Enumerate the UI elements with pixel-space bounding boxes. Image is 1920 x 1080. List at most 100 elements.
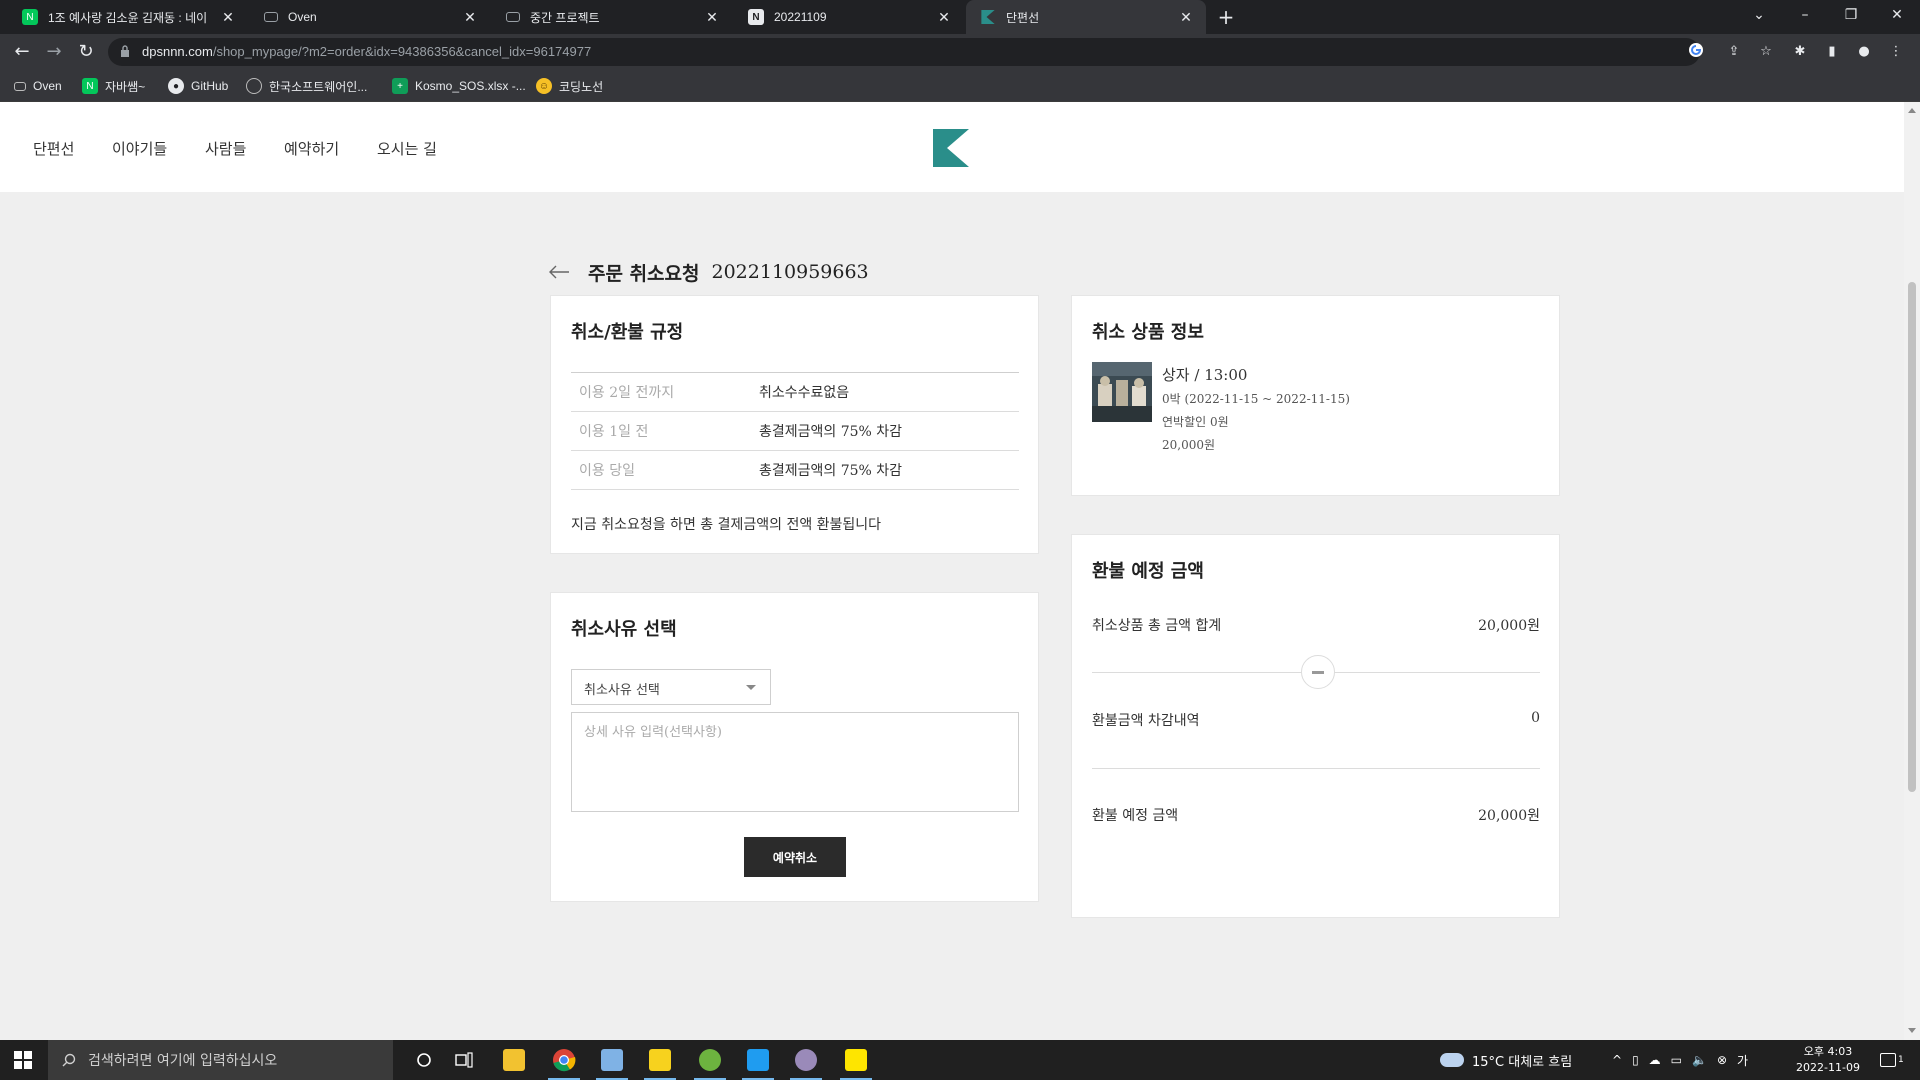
card-title: 취소 상품 정보 [1092,322,1204,343]
weather-text: 15°C 대체로 흐림 [1472,1054,1573,1070]
taskbar-search-input[interactable]: 검색하려면 여기에 입력하십시오 [48,1040,393,1080]
refund-total-value: 20,000원 [1478,618,1540,634]
nav-link-stories[interactable]: 이야기들 [112,138,167,159]
notepad-icon[interactable] [588,1040,636,1080]
monitor-icon [506,12,520,22]
bookmark-item[interactable]: ● GitHub [168,77,228,95]
bookmark-item[interactable]: N 자바쌤~ [82,77,145,95]
windows-taskbar: 검색하려면 여기에 입력하십시오 15°C 대체로 흐림 ^ ▯ ☁ ▭ 🔈 ⊗… [0,1040,1920,1080]
tab-search-icon[interactable]: ⌄ [1736,0,1782,30]
no-entry-icon[interactable]: ⊗ [1717,1053,1727,1067]
vscode-icon[interactable] [734,1040,782,1080]
chrome-icon[interactable] [540,1040,588,1080]
sticky-notes-icon[interactable] [636,1040,684,1080]
reason-select[interactable]: 취소사유 선택 [571,669,771,705]
nav-link-reservation[interactable]: 예약하기 [284,138,339,159]
item-card: 취소 상품 정보 상자 / 13:00 0박 (2022-11-15 ~ 202… [1071,295,1560,496]
network-icon[interactable]: ▭ [1671,1053,1682,1067]
nav-link-directions[interactable]: 오시는 길 [377,138,437,159]
extensions-icon[interactable]: ✱ [1790,42,1810,62]
refund-deduct-row: 환불금액 차감내역 0 [1092,710,1540,730]
tab-title: Oven [288,10,317,24]
close-tab-icon[interactable]: ✕ [936,9,952,26]
item-discount: 연박할인 0원 [1162,415,1229,429]
bookmark-item[interactable]: + Kosmo_SOS.xlsx -... [392,77,526,95]
google-lens-icon[interactable] [1686,42,1706,62]
site-logo-icon [980,9,996,25]
url-text: dpsnnn.com/shop_mypage/?m2=order&idx=943… [142,44,592,59]
refund-deduct-value: 0 [1531,710,1540,726]
new-tab-button[interactable]: + [1214,5,1238,29]
bookmark-label: 자바쌤~ [105,79,146,94]
scroll-down-icon[interactable] [1908,1028,1916,1033]
windows-start-icon[interactable] [14,1051,32,1069]
site-logo[interactable] [933,129,969,167]
divider [1092,768,1540,769]
cancel-reservation-button[interactable]: 예약취소 [744,837,846,877]
order-title-row: 주문 취소요청 2022110959663 [548,257,869,287]
bookmark-item[interactable]: 한국소프트웨어인... [246,77,367,95]
task-view-icon[interactable] [440,1040,488,1080]
scroll-up-icon[interactable] [1908,108,1916,113]
back-icon[interactable]: ← [10,40,34,64]
item-price: 20,000원 [1162,438,1216,452]
close-tab-icon[interactable]: ✕ [220,9,236,26]
scroll-thumb[interactable] [1908,282,1916,792]
menu-kebab-icon[interactable]: ⋮ [1886,42,1906,62]
close-tab-icon[interactable]: ✕ [1178,9,1194,26]
close-tab-icon[interactable]: ✕ [462,9,478,26]
volume-mute-icon[interactable]: 🔈 [1692,1053,1707,1067]
browser-tab[interactable]: N 1조 예사랑 김소윤 김재동 : 네이 ✕ [8,0,248,34]
profile-icon[interactable]: ● [1854,42,1874,62]
cloud-icon [1440,1053,1464,1067]
battery-icon[interactable]: ▯ [1632,1053,1639,1067]
refund-total-row: 취소상품 총 금액 합계 20,000원 [1092,615,1540,635]
side-panel-icon[interactable]: ▮ [1822,42,1842,62]
policy-when: 이용 당일 [579,463,635,479]
kakaotalk-icon[interactable] [832,1040,880,1080]
policy-fee: 취소수수료없음 [759,385,850,401]
card-title: 취소사유 선택 [571,619,677,640]
taskbar-clock[interactable]: 오후 4:03 2022-11-09 [1788,1044,1868,1076]
nav-link-people[interactable]: 사람들 [205,138,246,159]
file-explorer-icon[interactable] [490,1040,538,1080]
naver-cafe-icon: N [22,9,38,25]
address-bar[interactable]: dpsnnn.com/shop_mypage/?m2=order&idx=943… [108,38,1772,66]
ime-icon[interactable]: 가 [1737,1052,1748,1069]
card-title: 취소/환불 규정 [571,322,684,343]
spring-tool-icon[interactable] [686,1040,734,1080]
weather-widget[interactable]: 15°C 대체로 흐림 [1440,1040,1572,1080]
page-scrollbar[interactable] [1904,102,1920,1040]
reload-icon[interactable]: ↻ [74,40,98,64]
browser-tab[interactable]: N 20221109 ✕ [734,0,964,34]
notification-center-icon[interactable]: 1 [1880,1040,1904,1080]
bookmark-item[interactable]: Oven [14,77,62,95]
onedrive-icon[interactable]: ☁ [1649,1053,1661,1067]
share-icon[interactable]: ⇪ [1724,42,1744,62]
system-tray: ^ ▯ ☁ ▭ 🔈 ⊗ 가 [1612,1040,1748,1080]
browser-tab[interactable]: Oven ✕ [250,0,490,34]
naver-icon: N [82,78,98,94]
bookmark-item[interactable]: ☺ 코딩노선 [536,77,603,95]
nav-link-home[interactable]: 단편선 [33,138,74,159]
minimize-button[interactable]: – [1782,0,1828,30]
restore-button[interactable]: ❐ [1828,0,1874,30]
product-thumbnail [1092,362,1152,422]
minus-icon [1301,655,1335,689]
monitor-icon [264,12,278,22]
reason-detail-input[interactable] [571,712,1019,812]
refund-expected-value: 20,000원 [1478,808,1540,824]
back-arrow-icon[interactable] [548,264,570,280]
search-placeholder: 검색하려면 여기에 입력하십시오 [88,1053,278,1069]
forward-icon[interactable]: → [42,40,66,64]
browser-tab-active[interactable]: 단편선 ✕ [966,0,1206,34]
close-tab-icon[interactable]: ✕ [704,9,720,26]
browser-tab[interactable]: 중간 프로젝트 ✕ [492,0,732,34]
table-row: 이용 2일 전까지 취소수수료없음 [571,373,1019,412]
notification-count: 1 [1898,1055,1904,1065]
bookmark-star-icon[interactable]: ☆ [1756,42,1776,62]
bookmark-label: 한국소프트웨어인... [269,79,368,94]
eclipse-icon[interactable] [782,1040,830,1080]
close-window-button[interactable]: ✕ [1874,0,1920,30]
chevron-up-icon[interactable]: ^ [1612,1053,1622,1067]
